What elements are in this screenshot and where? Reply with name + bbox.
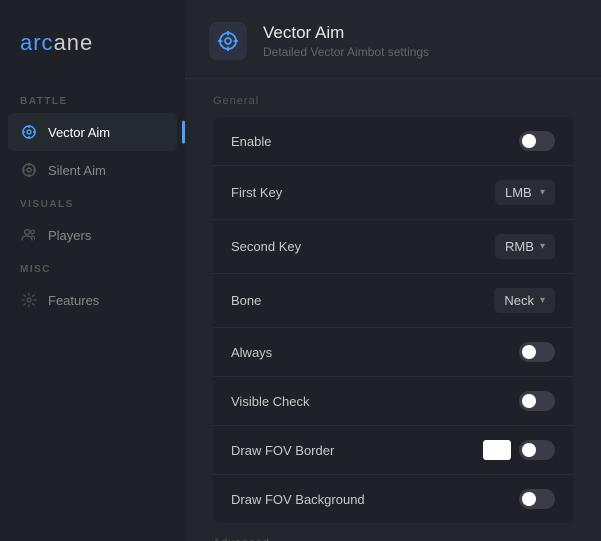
header-icon xyxy=(209,22,247,60)
app-logo: arcane xyxy=(0,20,185,86)
sidebar-label-players: Players xyxy=(48,228,91,243)
visible-check-toggle[interactable] xyxy=(519,391,555,411)
players-icon xyxy=(20,226,38,244)
sidebar-item-silent-aim[interactable]: Silent Aim xyxy=(0,151,185,189)
always-control xyxy=(519,342,555,362)
second-key-control: RMB ▾ xyxy=(495,234,555,259)
features-icon xyxy=(20,291,38,309)
section-label-misc: MISC xyxy=(0,254,185,281)
second-key-value: RMB xyxy=(505,239,534,254)
header-text: Vector Aim Detailed Vector Aimbot settin… xyxy=(263,23,429,59)
silent-aim-icon xyxy=(20,161,38,179)
always-label: Always xyxy=(231,345,272,360)
settings-content: General Enable First Key LMB ▾ xyxy=(185,79,601,541)
main-content: Vector Aim Detailed Vector Aimbot settin… xyxy=(185,0,601,541)
advanced-section-label: Advanced xyxy=(213,537,573,541)
second-key-label: Second Key xyxy=(231,239,301,254)
first-key-label: First Key xyxy=(231,185,282,200)
section-label-battle: BATTLE xyxy=(0,86,185,113)
sidebar-item-players[interactable]: Players xyxy=(0,216,185,254)
aim-icon xyxy=(20,123,38,141)
draw-fov-border-toggle[interactable] xyxy=(519,440,555,460)
setting-row-visible-check: Visible Check xyxy=(213,377,573,426)
always-toggle[interactable] xyxy=(519,342,555,362)
setting-row-enable: Enable xyxy=(213,117,573,166)
section-label-visuals: VISUALS xyxy=(0,189,185,216)
setting-row-draw-fov-border: Draw FOV Border xyxy=(213,426,573,475)
sidebar-label-vector-aim: Vector Aim xyxy=(48,125,110,140)
first-key-dropdown[interactable]: LMB ▾ xyxy=(495,180,555,205)
sidebar-label-features: Features xyxy=(48,293,99,308)
first-key-control: LMB ▾ xyxy=(495,180,555,205)
setting-row-first-key: First Key LMB ▾ xyxy=(213,166,573,220)
visible-check-label: Visible Check xyxy=(231,394,310,409)
sidebar: arcane BATTLE Vector Aim xyxy=(0,0,185,541)
bone-dropdown[interactable]: Neck ▾ xyxy=(494,288,555,313)
chevron-down-icon: ▾ xyxy=(540,241,545,252)
chevron-down-icon: ▾ xyxy=(540,295,545,306)
setting-row-always: Always xyxy=(213,328,573,377)
enable-label: Enable xyxy=(231,134,271,149)
bone-value: Neck xyxy=(504,293,534,308)
bone-label: Bone xyxy=(231,293,261,308)
draw-fov-background-toggle[interactable] xyxy=(519,489,555,509)
page-title: Vector Aim xyxy=(263,23,429,43)
draw-fov-background-label: Draw FOV Background xyxy=(231,492,365,507)
enable-control xyxy=(519,131,555,151)
sidebar-label-silent-aim: Silent Aim xyxy=(48,163,106,178)
bone-control: Neck ▾ xyxy=(494,288,555,313)
draw-fov-background-control xyxy=(519,489,555,509)
setting-row-bone: Bone Neck ▾ xyxy=(213,274,573,328)
chevron-down-icon: ▾ xyxy=(540,187,545,198)
sidebar-item-vector-aim[interactable]: Vector Aim xyxy=(8,113,177,151)
setting-row-second-key: Second Key RMB ▾ xyxy=(213,220,573,274)
enable-toggle[interactable] xyxy=(519,131,555,151)
setting-row-draw-fov-background: Draw FOV Background xyxy=(213,475,573,523)
page-subtitle: Detailed Vector Aimbot settings xyxy=(263,45,429,59)
logo-prefix: arc xyxy=(20,30,54,55)
general-section-label: General xyxy=(213,95,573,107)
logo-suffix: ane xyxy=(54,30,94,55)
draw-fov-border-label: Draw FOV Border xyxy=(231,443,334,458)
sidebar-item-features[interactable]: Features xyxy=(0,281,185,319)
second-key-dropdown[interactable]: RMB ▾ xyxy=(495,234,555,259)
fov-border-color-swatch[interactable] xyxy=(483,440,511,460)
first-key-value: LMB xyxy=(505,185,532,200)
page-header: Vector Aim Detailed Vector Aimbot settin… xyxy=(185,0,601,79)
settings-group-main: Enable First Key LMB ▾ Second Key xyxy=(213,117,573,523)
visible-check-control xyxy=(519,391,555,411)
draw-fov-border-control xyxy=(483,440,555,460)
